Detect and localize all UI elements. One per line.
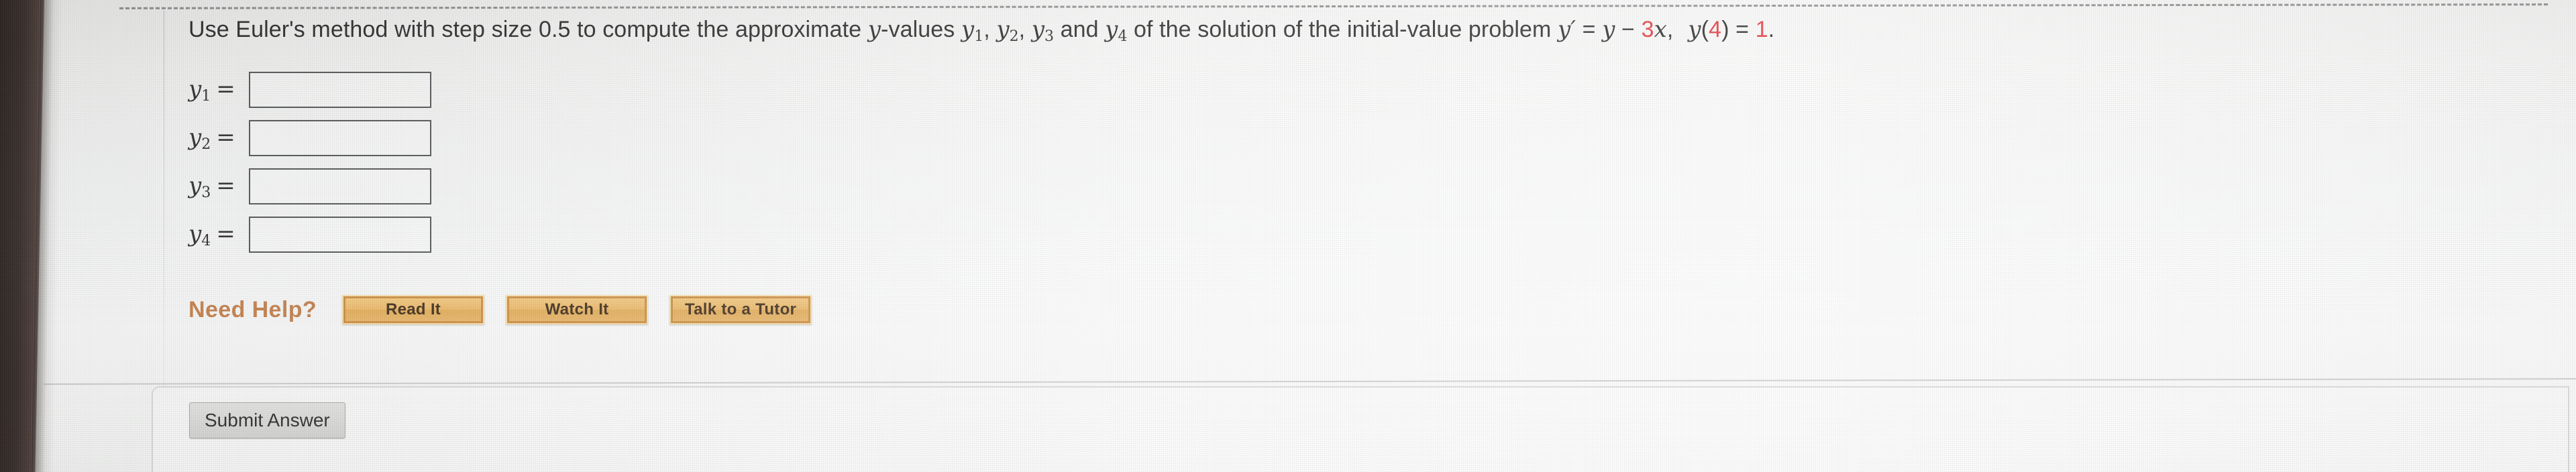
answer-label-y4: y4 = [189,220,235,249]
footer-divider [44,378,2576,385]
answer-row-y3: y3 = [189,162,431,211]
question-y-values-phrase: -values [881,17,961,42]
answer-label-y1: y1 = [189,75,235,105]
footer-panel [152,386,2569,472]
answer-row-y4: y4 = [189,211,431,259]
question-prompt: Use Euler's method with step size 0.5 to… [189,15,1774,52]
question-sep-2: , [1018,17,1032,42]
initial-condition-open-paren: ( [1701,17,1709,42]
answer-input-y4[interactable] [249,217,431,253]
question-y-variable: y [867,16,881,43]
answer-input-y3[interactable] [249,168,431,204]
question-y3: y3 [1031,16,1055,45]
talk-to-a-tutor-button[interactable]: Talk to a Tutor [669,295,812,324]
watch-it-button[interactable]: Watch It [506,295,649,324]
question-y2: y2 [996,16,1019,45]
initial-condition-close-paren: ) [1721,17,1729,42]
need-help-row: Need Help? Read It Watch It Talk to a Tu… [189,295,833,324]
equation-x: x [1654,16,1667,43]
screenshot-root: Use Euler's method with step size 0.5 to… [0,0,2576,472]
question-and: and [1054,17,1106,42]
initial-condition-y-value: 1 [1755,17,1768,42]
initial-condition-y: y [1688,16,1701,43]
answer-input-y1[interactable] [249,72,431,108]
answer-row-y2: y2 = [189,114,431,162]
need-help-label: Need Help? [189,296,317,322]
initial-condition-equals: = [1729,17,1756,42]
answer-label-y2: y2 = [189,123,235,153]
question-lead-text: Use Euler's method with step size 0.5 to… [189,17,868,42]
top-dashed-divider [119,3,2548,9]
question-y4: y4 [1105,16,1128,45]
answer-row-y1: y1 = [189,66,431,114]
browser-page: Use Euler's method with step size 0.5 to… [44,0,2576,472]
question-y1: y1 [961,16,984,45]
equation-equals: = [1576,17,1603,42]
answer-input-y2[interactable] [249,120,431,156]
equation-comma: , [1666,17,1674,42]
equation-minus: − [1615,17,1642,42]
read-it-button[interactable]: Read It [342,295,485,324]
question-sep-1: , [983,17,997,42]
answer-fields-group: y1 = y2 = y3 = y4 = [189,66,431,259]
answer-label-y3: y3 = [189,172,235,201]
initial-condition-x-value: 4 [1709,17,1722,42]
equation-y-prime: y′ [1558,16,1576,43]
equation-y: y [1602,16,1615,43]
initial-condition-period: . [1768,17,1775,42]
equation-coefficient-3: 3 [1641,17,1654,42]
question-tail-text: of the solution of the initial-value pro… [1127,17,1558,42]
submit-answer-button[interactable]: Submit Answer [189,402,345,438]
